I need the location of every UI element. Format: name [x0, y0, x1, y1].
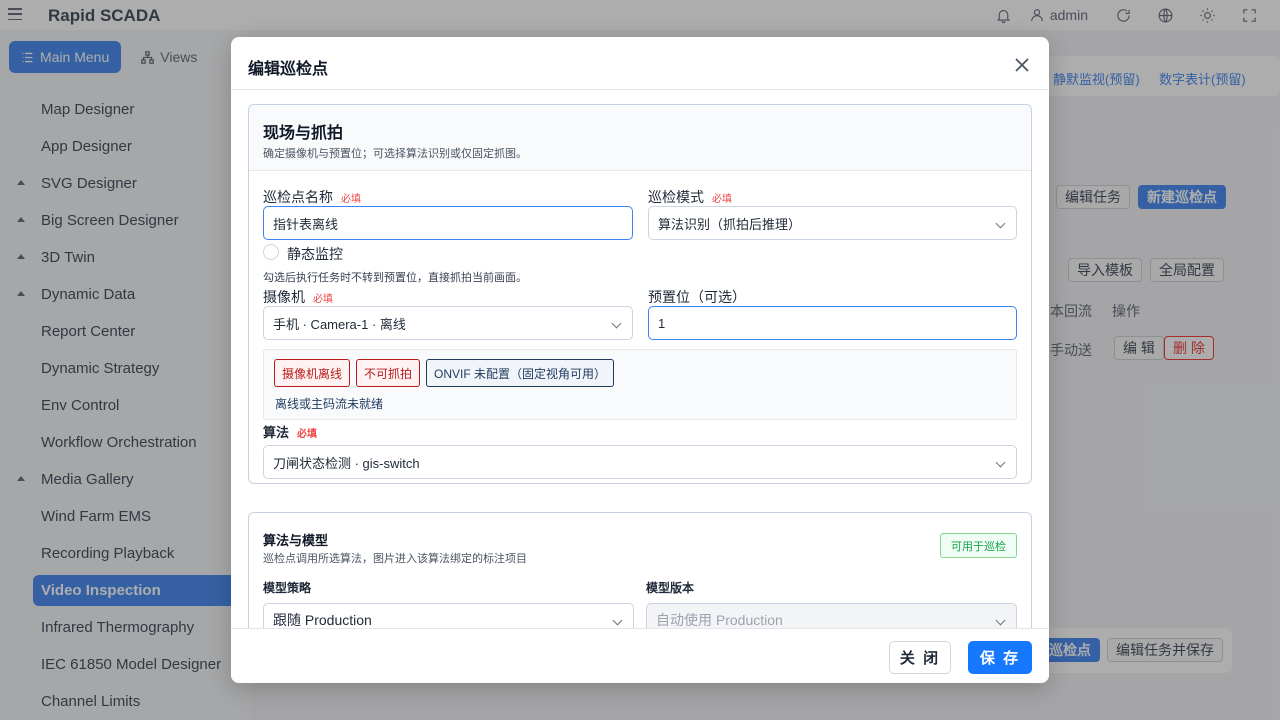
select-value: 手机 · Camera-1 · 离线: [273, 316, 406, 332]
dialog-title: 编辑巡检点: [248, 61, 329, 78]
dialog-body[interactable]: 现场与抓拍 确定摄像机与预置位；可选择算法识别或仅固定抓图。 巡检点名称 必填 …: [231, 91, 1049, 628]
close-button[interactable]: 关 闭: [889, 641, 951, 674]
section-description: 确定摄像机与预置位；可选择算法识别或仅固定抓图。: [263, 148, 527, 160]
label-text: 模型策略: [263, 581, 312, 595]
algorithm-label: 算法 必填: [263, 422, 317, 441]
static-monitor-checkbox[interactable]: [263, 244, 279, 260]
name-label: 巡检点名称 必填: [263, 187, 361, 207]
point-name-input[interactable]: 指针表离线: [263, 206, 633, 240]
required-mark: 必填: [712, 194, 732, 205]
status-badge-available: 可用于巡检: [940, 533, 1017, 558]
required-mark: 必填: [297, 429, 318, 440]
section-title: 现场与抓拍: [263, 125, 344, 142]
close-icon[interactable]: [1015, 58, 1029, 72]
chevron-down-icon: [611, 318, 622, 329]
status-badge-camera-offline: 摄像机离线: [274, 359, 351, 387]
status-badge-no-capture: 不可抓拍: [356, 359, 421, 387]
status-note: 离线或主码流未就绪: [275, 397, 384, 411]
section-title: 算法与模型: [263, 533, 329, 548]
required-mark: 必填: [313, 294, 333, 305]
camera-select[interactable]: 手机 · Camera-1 · 离线: [263, 306, 633, 340]
model-strategy-select[interactable]: 跟随 Production: [263, 603, 634, 628]
strategy-label: 模型策略: [263, 579, 311, 596]
model-version-select[interactable]: 自动使用 Production: [646, 603, 1017, 628]
static-monitor-hint: 勾选后执行任务时不转到预置位，直接抓拍当前画面。: [263, 272, 527, 284]
chevron-down-icon: [612, 615, 623, 626]
required-mark: 必填: [341, 194, 361, 205]
section-description: 巡检点调用所选算法，图片进入该算法绑定的标注项目: [263, 553, 527, 565]
section-header: 现场与抓拍 确定摄像机与预置位；可选择算法识别或仅固定抓图。: [249, 105, 1031, 171]
static-monitor-label: 静态监控: [287, 244, 343, 264]
label-text: 算法: [263, 425, 290, 440]
select-value: 自动使用 Production: [656, 612, 783, 628]
dialog-header: 编辑巡检点: [231, 37, 1049, 90]
status-badge-onvif: ONVIF 未配置（固定视角可用）: [426, 359, 615, 387]
label-text: 巡检模式: [648, 189, 704, 205]
section-site-capture: 现场与抓拍 确定摄像机与预置位；可选择算法识别或仅固定抓图。 巡检点名称 必填 …: [248, 104, 1032, 484]
select-value: 跟随 Production: [273, 612, 372, 628]
label-text: 静态监控: [287, 246, 343, 262]
select-value: 刀闸状态检测 · gis-switch: [273, 455, 420, 471]
chevron-down-icon: [995, 615, 1006, 626]
mode-select[interactable]: 算法识别（抓拍后推理）: [648, 206, 1017, 240]
version-label: 模型版本: [646, 579, 694, 596]
preset-input[interactable]: 1: [648, 306, 1017, 340]
camera-status-box: 摄像机离线 不可抓拍 ONVIF 未配置（固定视角可用） 离线或主码流未就绪: [263, 349, 1017, 420]
section-algorithm-model: 算法与模型 巡检点调用所选算法，图片进入该算法绑定的标注项目 可用于巡检 模型策…: [248, 512, 1032, 628]
edit-inspection-point-dialog: 编辑巡检点 现场与抓拍 确定摄像机与预置位；可选择算法识别或仅固定抓图。 巡检点…: [231, 37, 1049, 683]
dialog-footer: 关 闭 保 存: [231, 628, 1049, 683]
select-value: 算法识别（抓拍后推理）: [658, 216, 802, 232]
chevron-down-icon: [995, 218, 1006, 229]
algorithm-select[interactable]: 刀闸状态检测 · gis-switch: [263, 445, 1017, 479]
label-text: 模型版本: [646, 581, 695, 595]
preset-label: 预置位（可选）: [648, 287, 746, 307]
label-text: 巡检点名称: [263, 189, 333, 205]
camera-label: 摄像机 必填: [263, 287, 333, 307]
mode-label: 巡检模式 必填: [648, 187, 732, 207]
label-text: 预置位（可选）: [648, 289, 746, 305]
save-button[interactable]: 保 存: [968, 641, 1032, 674]
label-text: 摄像机: [263, 289, 305, 305]
chevron-down-icon: [995, 457, 1006, 468]
